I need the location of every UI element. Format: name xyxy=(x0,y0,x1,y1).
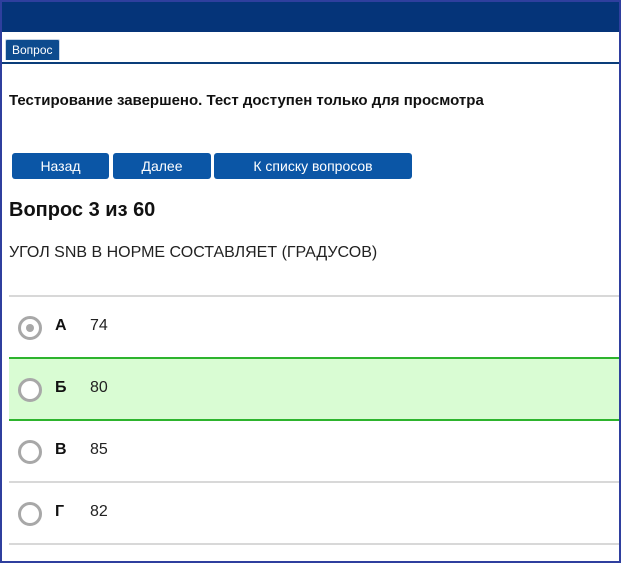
answer-value: 74 xyxy=(90,317,108,334)
answer-option-a[interactable]: А 74 xyxy=(9,295,619,357)
answer-value: 80 xyxy=(90,379,108,396)
answer-letter: Б xyxy=(55,379,67,396)
answer-value: 82 xyxy=(90,503,108,520)
next-button[interactable]: Далее xyxy=(113,153,211,179)
answer-list: А 74 Б 80 В 85 Г 82 xyxy=(9,295,619,545)
answer-letter: Г xyxy=(55,503,65,520)
radio-icon[interactable] xyxy=(18,440,42,464)
answer-option-b[interactable]: Б 80 xyxy=(9,357,619,419)
question-text: УГОЛ SNB В НОРМЕ СОСТАВЛЯЕТ (ГРАДУСОВ) xyxy=(9,244,378,261)
answer-value: 85 xyxy=(90,441,108,458)
radio-icon[interactable] xyxy=(18,378,42,402)
app-frame: Вопрос Тестирование завершено. Тест дост… xyxy=(0,0,621,563)
answer-option-c[interactable]: В 85 xyxy=(9,419,619,481)
answer-letter: А xyxy=(55,317,67,334)
question-number: Вопрос 3 из 60 xyxy=(9,199,156,221)
answer-option-d[interactable]: Г 82 xyxy=(9,481,619,545)
status-message: Тестирование завершено. Тест доступен то… xyxy=(9,92,484,109)
tab-question[interactable]: Вопрос xyxy=(5,39,60,60)
radio-icon[interactable] xyxy=(18,502,42,526)
top-bar xyxy=(2,2,619,32)
back-button[interactable]: Назад xyxy=(12,153,109,179)
answer-letter: В xyxy=(55,441,67,458)
radio-selected-icon[interactable] xyxy=(18,316,42,340)
question-list-button[interactable]: К списку вопросов xyxy=(214,153,412,179)
tab-strip: Вопрос xyxy=(2,32,619,64)
